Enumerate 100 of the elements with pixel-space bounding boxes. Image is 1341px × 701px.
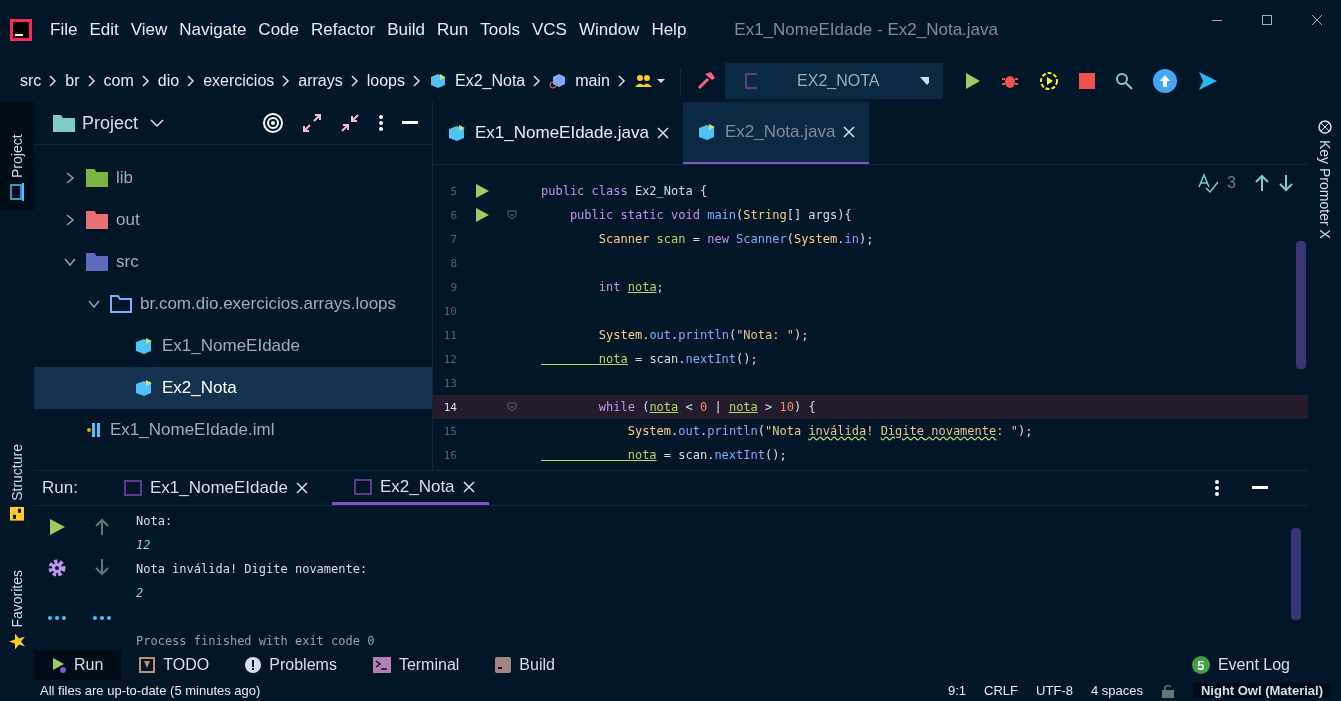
search-icon[interactable]	[1114, 72, 1133, 90]
more-icon[interactable]	[92, 616, 111, 620]
panel-title[interactable]: Project	[82, 112, 139, 134]
chevron-icon[interactable]	[64, 172, 76, 184]
console-tab[interactable]: Ex2_Nota	[331, 471, 489, 505]
run-icon[interactable]	[475, 208, 489, 222]
arrow-up-icon[interactable]	[1254, 174, 1270, 192]
breadcrumb[interactable]: loops	[366, 72, 405, 90]
breadcrumb[interactable]: br	[65, 72, 80, 90]
share-icon[interactable]	[1196, 70, 1219, 92]
menu-item[interactable]: Code	[258, 20, 299, 40]
run-configuration-dropdown[interactable]: EX2_NOTA	[724, 63, 943, 99]
console-line: Nota inválida! Digite novamente:	[136, 561, 369, 578]
run-icon[interactable]	[475, 184, 489, 198]
breadcrumb[interactable]: arrays	[298, 72, 343, 90]
code-line: int nota;	[597, 280, 664, 294]
tool-window-tab[interactable]: Run	[34, 650, 122, 680]
status-item[interactable]: 4 spaces	[1090, 683, 1143, 698]
console-line: 2	[136, 585, 145, 602]
close-icon[interactable]	[656, 127, 669, 139]
tool-window-tab[interactable]: Key Promoter X	[1308, 102, 1341, 249]
menu-item[interactable]: VCS	[531, 20, 567, 40]
breadcrumb[interactable]: dio	[157, 72, 180, 90]
breadcrumb[interactable]: Ex2_Nota	[455, 72, 526, 90]
more-icon[interactable]	[47, 616, 66, 620]
editor-tab[interactable]: Ex2_Nota.java	[682, 102, 870, 164]
expand-icon[interactable]	[302, 113, 322, 133]
status-item[interactable]: 9:1	[948, 683, 967, 698]
more-options-icon[interactable]	[378, 114, 384, 132]
coverage-icon[interactable]	[1038, 71, 1059, 91]
breadcrumb[interactable]: src	[20, 72, 42, 90]
upload-icon[interactable]	[1152, 69, 1177, 93]
tree-item[interactable]: Ex2_Nota	[34, 367, 432, 409]
close-icon[interactable]	[295, 482, 308, 494]
hide-icon[interactable]	[402, 121, 418, 125]
close-icon[interactable]	[1311, 14, 1323, 26]
settings-icon[interactable]	[46, 558, 67, 578]
menu-item[interactable]: Help	[651, 20, 687, 40]
code-line: System.out.println("Nota: ");	[597, 328, 809, 342]
menu-item[interactable]: Refactor	[311, 20, 376, 40]
breadcrumb[interactable]: com	[103, 72, 134, 90]
target-icon[interactable]	[262, 112, 284, 134]
tool-window-tab[interactable]: Structure	[0, 433, 34, 531]
tree-item[interactable]: br.com.dio.exercicios.arrays.loops	[34, 283, 432, 325]
tool-window-tab[interactable]: Terminal	[354, 650, 478, 680]
code-line: Scanner scan = new Scanner(System.in);	[597, 232, 874, 246]
menu-item[interactable]: Navigate	[179, 20, 247, 40]
tree-item[interactable]: out	[34, 199, 432, 241]
collapse-icon[interactable]	[340, 113, 360, 133]
chevron-icon[interactable]	[64, 256, 76, 268]
scrollbar-thumb[interactable]	[1296, 241, 1306, 369]
problem-count[interactable]: 3	[1227, 174, 1236, 192]
menu-item[interactable]: Run	[437, 20, 469, 40]
breadcrumb[interactable]: main	[575, 72, 610, 90]
status-item[interactable]: CRLF	[984, 683, 1019, 698]
arrow-down-icon[interactable]	[1278, 174, 1294, 192]
tool-window-tab[interactable]: Build	[477, 650, 573, 680]
folder-icon	[52, 113, 76, 133]
menu-item[interactable]: View	[130, 20, 168, 40]
close-icon[interactable]	[843, 126, 856, 138]
app-logo-icon	[10, 19, 32, 41]
tree-item[interactable]: Ex1_NomeEIdade	[34, 325, 432, 367]
breadcrumb[interactable]: exercicios	[203, 72, 275, 90]
menu-item[interactable]: Tools	[480, 20, 520, 40]
rerun-icon[interactable]	[47, 518, 66, 536]
fold-icon[interactable]	[507, 210, 517, 220]
tool-window-tab[interactable]: Favorites	[0, 560, 34, 660]
caret-icon	[919, 77, 929, 85]
chevron-down-icon[interactable]	[150, 118, 165, 128]
tree-item[interactable]: src	[34, 241, 432, 283]
chevron-icon[interactable]	[64, 214, 76, 226]
terminal-icon	[372, 657, 391, 673]
stop-icon[interactable]	[1078, 73, 1095, 89]
console-tab[interactable]: Ex1_NomeEIdade	[101, 471, 322, 505]
chevron-icon[interactable]	[88, 298, 100, 310]
tree-item[interactable]: lib	[34, 157, 432, 199]
line-number: 12	[442, 352, 458, 366]
tree-item[interactable]: Ex1_NomeEIdade.iml	[34, 409, 432, 451]
line-number: 13	[442, 376, 458, 390]
editor-tab[interactable]: Ex1_NomeEIdade.java	[433, 102, 683, 164]
scrollbar-thumb[interactable]	[1291, 528, 1301, 620]
tool-window-tab[interactable]: TODO	[121, 650, 228, 680]
people-icon[interactable]	[633, 73, 666, 89]
close-icon[interactable]	[462, 480, 475, 493]
event-log-tab[interactable]: 5 Event Log	[1173, 650, 1308, 680]
menu-item[interactable]: Window	[578, 20, 640, 40]
hide-icon[interactable]	[1252, 486, 1268, 490]
status-item[interactable]: UTF-8	[1036, 683, 1073, 698]
menu-item[interactable]: Edit	[89, 20, 119, 40]
class-icon	[447, 123, 467, 143]
lock-icon[interactable]	[1160, 683, 1175, 698]
more-options-icon[interactable]	[1214, 479, 1220, 497]
theme-indicator[interactable]: Night Owl (Material)	[1192, 683, 1331, 698]
chevron-right-icon	[533, 75, 542, 87]
menu-item[interactable]: File	[50, 20, 78, 40]
tool-window-tab[interactable]: Problems	[227, 650, 355, 680]
maximize-icon[interactable]	[1261, 14, 1273, 26]
menu-item[interactable]: Build	[387, 20, 426, 40]
tool-window-tab[interactable]: Project	[0, 102, 34, 210]
spellcheck-icon[interactable]	[1197, 173, 1220, 193]
